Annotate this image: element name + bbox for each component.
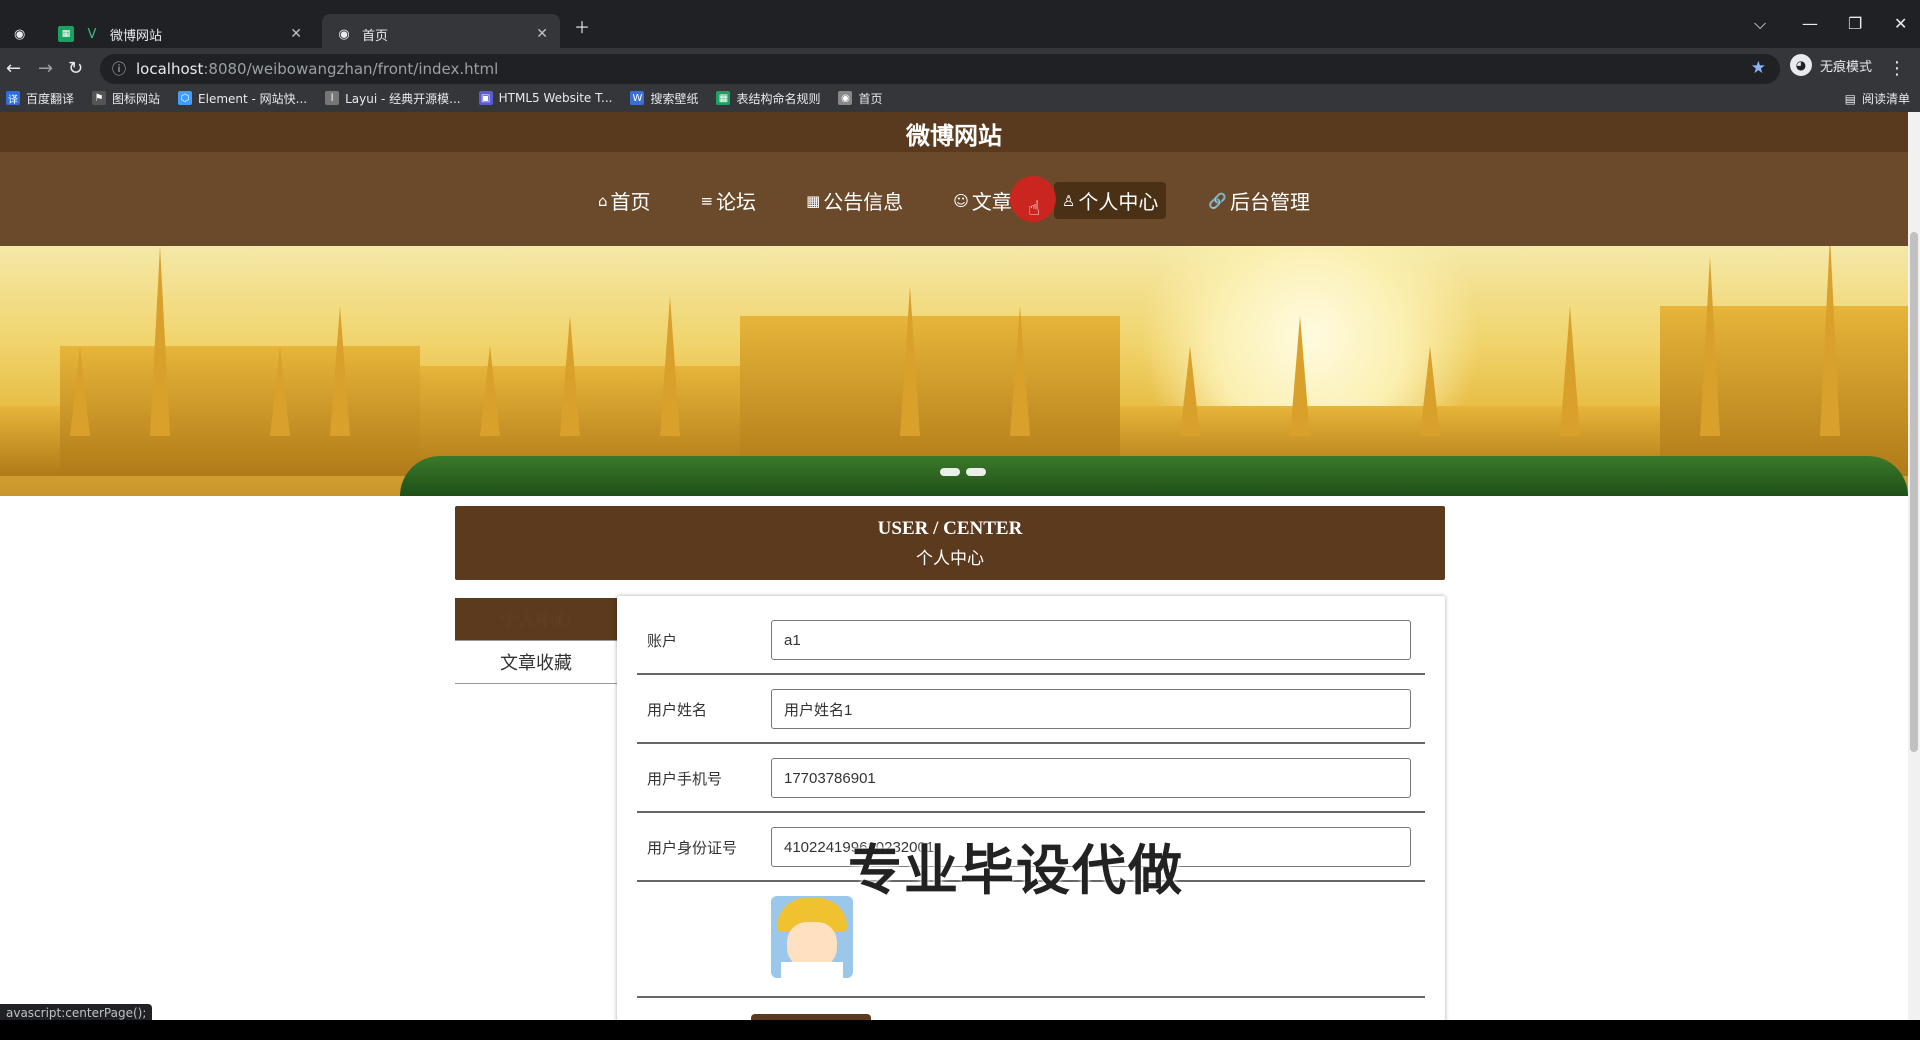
wallpaper-icon: W [630,91,645,105]
form-row-phone: 用户手机号 [637,744,1425,813]
scrollbar[interactable] [1908,112,1920,1020]
app-icon: ▦ [58,26,74,42]
flag-icon: ⚑ [92,91,107,105]
name-input[interactable] [771,689,1411,729]
incognito-icon: ◕ [1790,54,1812,76]
main-nav: ⌂ 首页 ≡ 论坛 ▦ 公告信息 ☺ 文章 ♙ 个人中心 🔗 后台管理 [0,182,1908,219]
bookmark-item[interactable]: ⚑ 图标网站 [92,90,160,107]
form-row-avatar [637,890,1425,998]
incognito-label: 无痕模式 [1820,59,1873,75]
nav-admin[interactable]: 🔗 后台管理 [1200,182,1318,219]
close-icon[interactable]: ✕ [290,26,302,42]
profile-form: 账户 用户姓名 用户手机号 用户身份证号 [617,596,1445,1020]
scrollbar-thumb[interactable] [1910,232,1918,752]
notice-icon: ▦ [806,191,821,210]
url-path: :8080/weibowangzhan/front/index.html [203,60,499,78]
incognito-indicator[interactable]: ◕ 无痕模式 [1790,54,1872,76]
bookmark-item[interactable]: ▣ HTML5 Website T... [478,91,612,105]
forward-icon[interactable]: → [38,58,53,79]
link-icon: 🔗 [1208,191,1228,210]
nav-user-center[interactable]: ♙ 个人中心 [1053,182,1167,219]
menu-icon[interactable]: ⋮ [1888,58,1906,79]
hand-cursor-icon: ☝ [1028,196,1041,220]
form-row-account: 账户 [637,606,1425,675]
avatar[interactable] [771,896,853,978]
reading-list-icon: ▤ [1844,91,1856,106]
watermark-text: 专业毕设代做 [848,839,1184,902]
user-center-sidebar: 个人中心 文章收藏 [455,598,617,684]
account-input[interactable] [771,620,1411,660]
tab-label: 微博网站 [110,28,163,44]
html5-icon: ▣ [478,91,493,105]
url-host: localhost [136,60,204,78]
reload-icon[interactable]: ↻ [68,58,83,79]
globe-icon: ◉ [838,91,853,105]
nav-forum[interactable]: ≡ 论坛 [692,182,764,219]
new-tab-icon[interactable]: ＋ [574,14,590,38]
list-icon: ≡ [700,191,714,210]
home-icon: ⌂ [597,191,608,210]
window-close-icon[interactable]: ✕ [1894,14,1907,33]
smile-icon: ☺ [953,191,969,210]
tab-search-icon[interactable]: ⌵ [1754,14,1766,34]
phone-input[interactable] [771,758,1411,798]
globe-icon: ◉ [14,26,26,42]
sheet-icon: ▦ [716,91,731,105]
browser-tab-bar: ◉ ▦ V 微博网站 ✕ ◉ 首页 ✕ ＋ ⌵ — ❐ ✕ [0,0,1920,54]
info-icon[interactable]: ⓘ [112,59,126,79]
nav-notice[interactable]: ▦ 公告信息 [798,182,911,219]
site-header: 微博网站 ⌂ 首页 ≡ 论坛 ▦ 公告信息 ☺ 文章 ♙ 个人中心 🔗 后台管理 ☝ [0,112,1908,246]
bookmark-icon: 译 [6,91,20,106]
back-icon[interactable]: ← [6,58,21,79]
phone-label: 用户手机号 [647,770,723,788]
user-icon: ♙ [1061,191,1076,210]
user-center-title-en: USER / CENTER [877,518,1023,539]
element-icon: ⬡ [178,91,193,105]
form-row-name: 用户姓名 [637,675,1425,744]
url-input[interactable]: ⓘ localhost:8080/weibowangzhan/front/ind… [100,54,1780,84]
bookmark-item[interactable]: ◉ 首页 [838,90,883,107]
bookmarks-bar: 译百度翻译 ⚑ 图标网站 ⬡ Element - 网站快... l Layui - 经… [0,84,1920,112]
nav-home[interactable]: ⌂ 首页 [590,182,659,219]
sidebar-item-favorites[interactable]: 文章收藏 [455,641,617,684]
bookmark-item[interactable]: l Layui - 经典开源模... [325,90,461,107]
user-center-title-cn: 个人中心 [916,549,984,569]
bookmark-item[interactable]: 译百度翻译 [6,90,74,107]
site-title: 微博网站 [906,122,1002,150]
close-icon[interactable]: ✕ [536,26,548,42]
bookmark-star-icon[interactable]: ★ [1751,58,1766,78]
layui-icon: l [325,91,340,105]
reading-list[interactable]: ▤ 阅读清单 [1845,90,1910,107]
user-center-header: USER / CENTER 个人中心 [455,506,1445,580]
globe-icon: ◉ [338,26,350,42]
carousel-dots[interactable] [940,468,986,476]
minimize-icon[interactable]: — [1802,14,1818,33]
tab-label: 首页 [362,28,389,44]
hero-banner [0,246,1908,496]
bookmark-item[interactable]: ▦ 表结构命名规则 [716,90,820,107]
carousel-dot[interactable] [940,468,960,476]
carousel-dot[interactable] [966,468,986,476]
vue-icon: V [87,26,97,42]
nav-article[interactable]: ☺ 文章 [945,182,1020,219]
bookmark-item[interactable]: ⬡ Element - 网站快... [178,90,307,107]
restore-icon[interactable]: ❐ [1848,14,1862,33]
sidebar-item-profile[interactable]: 个人中心 [455,598,617,641]
bookmark-item[interactable]: W 搜索壁纸 [630,90,698,107]
account-label: 账户 [647,632,678,650]
name-label: 用户姓名 [647,701,708,719]
idcard-label: 用户身份证号 [647,839,738,857]
